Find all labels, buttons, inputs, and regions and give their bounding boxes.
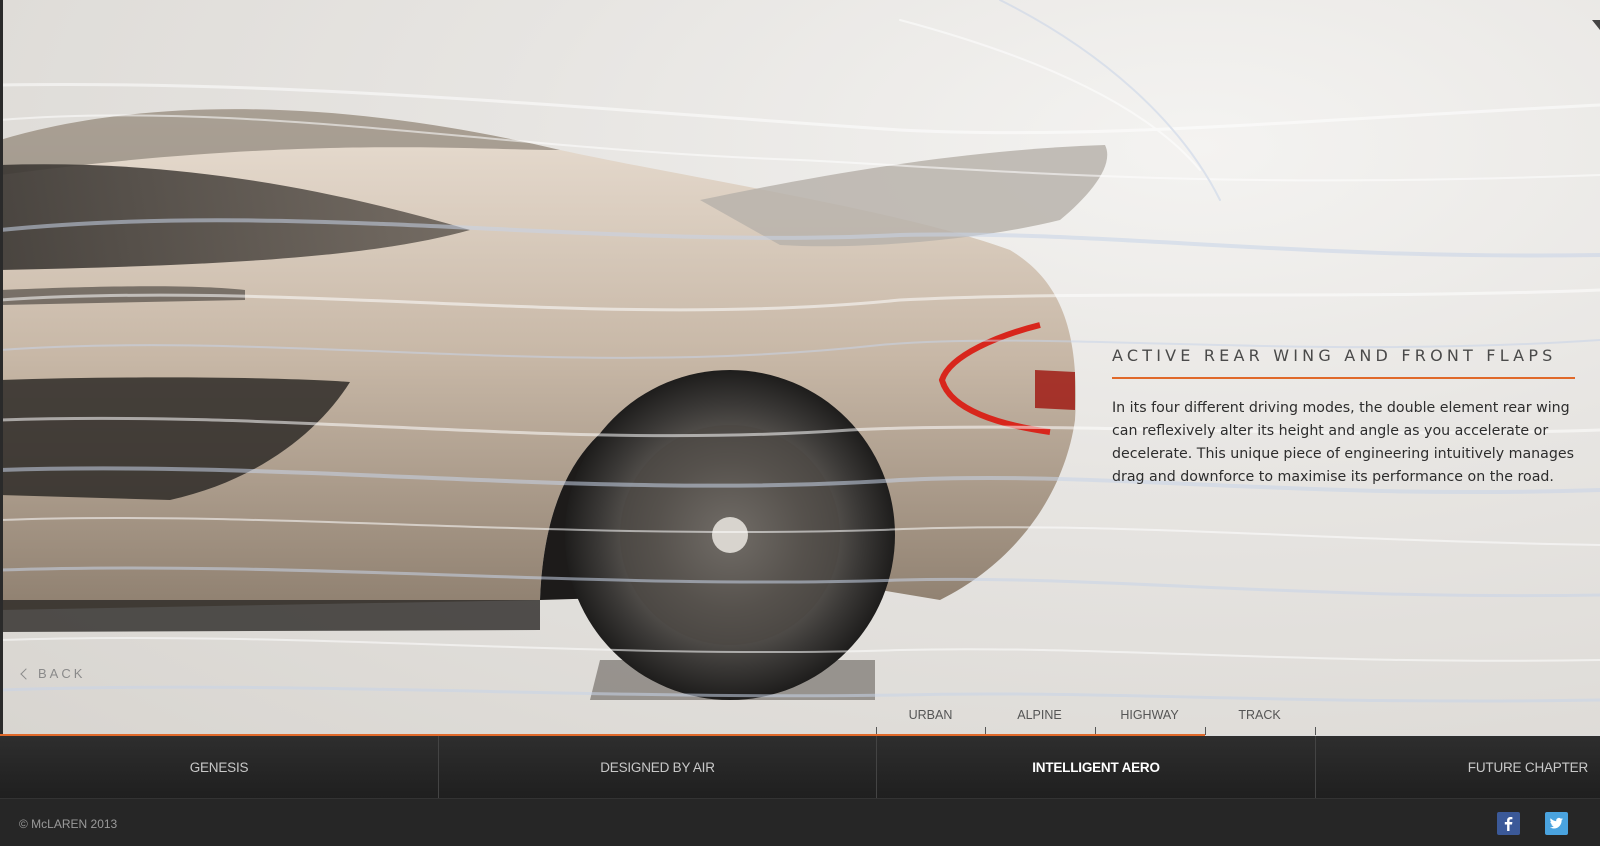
nav-designed-by-air[interactable]: DESIGNED BY AIR <box>439 736 877 798</box>
social-links <box>1497 812 1568 835</box>
driving-modes: URBAN ALPINE HIGHWAY TRACK <box>876 706 1316 735</box>
nav-future-chapter[interactable]: FUTURE CHAPTER <box>1316 736 1600 798</box>
mode-alpine[interactable]: ALPINE <box>985 706 1094 735</box>
left-edge <box>0 0 3 735</box>
chapter-nav: GENESIS DESIGNED BY AIR INTELLIGENT AERO… <box>0 736 1600 798</box>
nav-intelligent-aero[interactable]: INTELLIGENT AERO <box>877 736 1316 798</box>
facebook-icon[interactable] <box>1497 812 1520 835</box>
scroll-down-icon[interactable] <box>1592 20 1600 30</box>
chevron-left-icon <box>20 667 32 680</box>
mode-track[interactable]: TRACK <box>1205 706 1314 735</box>
mode-urban[interactable]: URBAN <box>876 706 985 735</box>
twitter-icon[interactable] <box>1545 812 1568 835</box>
mode-tick <box>1315 727 1316 735</box>
hero-image: ACTIVE REAR WING AND FRONT FLAPS In its … <box>0 0 1600 735</box>
mode-highway[interactable]: HIGHWAY <box>1095 706 1204 735</box>
copyright-text: © McLAREN 2013 <box>19 817 118 831</box>
feature-title: ACTIVE REAR WING AND FRONT FLAPS <box>1112 346 1557 365</box>
feature-description: In its four different driving modes, the… <box>1112 400 1574 485</box>
feature-panel: ACTIVE REAR WING AND FRONT FLAPS In its … <box>1112 346 1575 489</box>
back-link[interactable]: BACK <box>20 666 86 681</box>
back-label: BACK <box>38 666 86 681</box>
footer: © McLAREN 2013 <box>0 798 1600 846</box>
nav-genesis[interactable]: GENESIS <box>0 736 439 798</box>
title-divider <box>1112 377 1575 379</box>
